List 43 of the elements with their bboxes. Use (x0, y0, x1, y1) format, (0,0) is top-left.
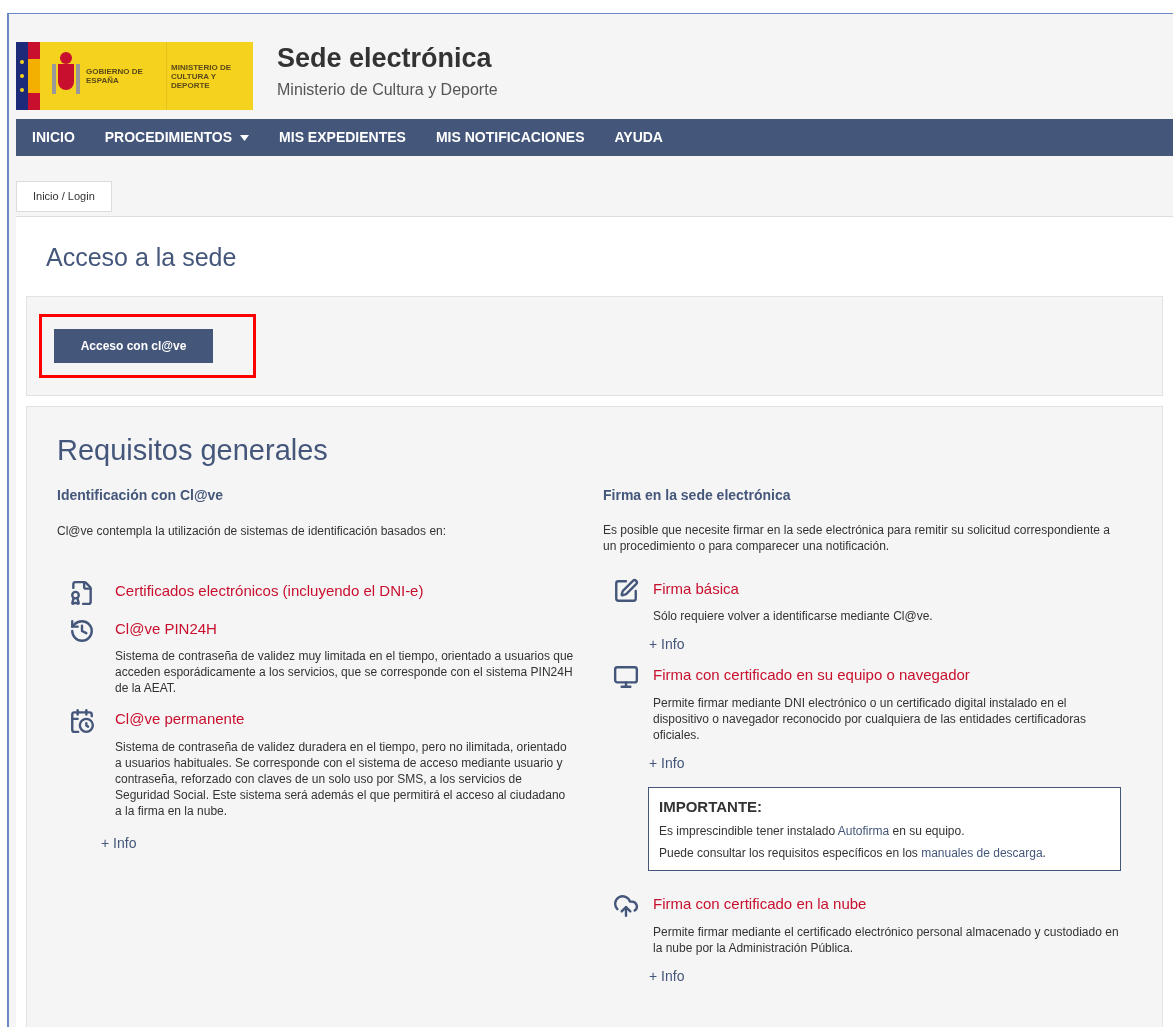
option-description: Permite firmar mediante el certificado electrónico personal almacenado y custodiado en la nube por la Administración Pública. (653, 923, 1120, 956)
more-info-link[interactable]: + Info (649, 754, 685, 771)
notice-text: Es imprescindible tener instalado Autofirma en su equipo. (659, 823, 966, 840)
option-description: Permite firmar mediante DNI electrónico o un certificado digital instalado en el dispositivo o navegador reconocido por cualquiera de las entidades certificadoras oficiales. (653, 694, 1087, 743)
notice-link[interactable]: Autofirma (837, 824, 890, 838)
option-title-link[interactable]: Certificados electrónicos (incluyendo el DNI-e) (115, 579, 424, 602)
column-heading: Identificación con Cl@ve (57, 485, 225, 505)
option-description: Sólo requiere volver a identificarse mediante Cl@ve. (653, 608, 933, 624)
option-title-link[interactable]: Cl@ve permanente (115, 708, 575, 731)
column-intro: Cl@ve contempla la utilización de sistemas de identificación basados en: (57, 522, 448, 540)
option-title-link[interactable]: Cl@ve PIN24H (115, 617, 575, 640)
option-description: Sistema de contraseña de validez muy limitada en el tiempo, orientado a usuarios que acceden esporádicamente a los servicios, que se corresponde con el sistema PIN24H de la AEAT. (115, 648, 575, 696)
logo-text: GOBIERNO DE ESPAÑA (85, 66, 144, 87)
clave-login-button[interactable]: Acceso con cl@ve (54, 329, 213, 363)
column-heading: Firma en la sede electrónica (603, 485, 792, 505)
nav-link[interactable]: INICIO (32, 127, 75, 148)
nav-link[interactable]: AYUDA (614, 127, 663, 148)
notice-title: IMPORTANTE: (659, 796, 764, 817)
more-info-link[interactable]: + Info (649, 967, 685, 984)
section-title: Requisitos generales (57, 433, 329, 468)
pen-square-icon (613, 577, 639, 604)
site-subtitle: Ministerio de Cultura y Deporte (277, 80, 498, 100)
column-intro: Es posible que necesite firmar en la sede electrónica para remitir su solicitud correspondiente a un procedimiento o para comparecer una notificación. (603, 521, 1111, 554)
nav-link[interactable]: MIS EXPEDIENTES (279, 127, 406, 148)
breadcrumb[interactable]: Inicio / Login (16, 181, 112, 212)
option-title-link[interactable]: Firma básica (653, 577, 933, 600)
page-title: Acceso a la sede (45, 241, 238, 273)
notice-text: Puede consultar los requisitos específicos en los manuales de descarga. (659, 845, 1047, 862)
nav-link[interactable]: PROCEDIMIENTOS (104, 127, 250, 148)
logo-text: MINISTERIO DE CULTURA Y DEPORTE (166, 42, 250, 110)
option-description: Sistema de contraseña de validez duradera en el tiempo, pero no ilimitada, orientado a usuarios habituales. Se corresponde con el sistema de acceso mediante usuario y contraseña, reforzado con claves de un solo uso por SMS, a los servicios de Seguridad Social. Este sistema será además el que permitirá el acceso al ciudadano a la firma en la nube. (115, 738, 568, 819)
more-info-link[interactable]: + Info (649, 636, 685, 652)
calendar-clock-icon (69, 708, 95, 734)
site-title: Sede electrónica (277, 42, 493, 74)
notice-link[interactable]: manuales de descarga (921, 846, 1043, 860)
monitor-icon (613, 664, 639, 690)
nav-link[interactable]: MIS NOTIFICACIONES (435, 127, 585, 148)
cloud-upload-icon (613, 893, 639, 919)
option-title-link[interactable]: Firma con certificado en su equipo o navegador (653, 664, 1121, 687)
clock-history-icon (69, 617, 95, 644)
document-badge-icon (69, 579, 95, 606)
option-title-link[interactable]: Firma con certificado en la nube (653, 893, 1121, 916)
more-info-link[interactable]: + Info (101, 834, 137, 851)
